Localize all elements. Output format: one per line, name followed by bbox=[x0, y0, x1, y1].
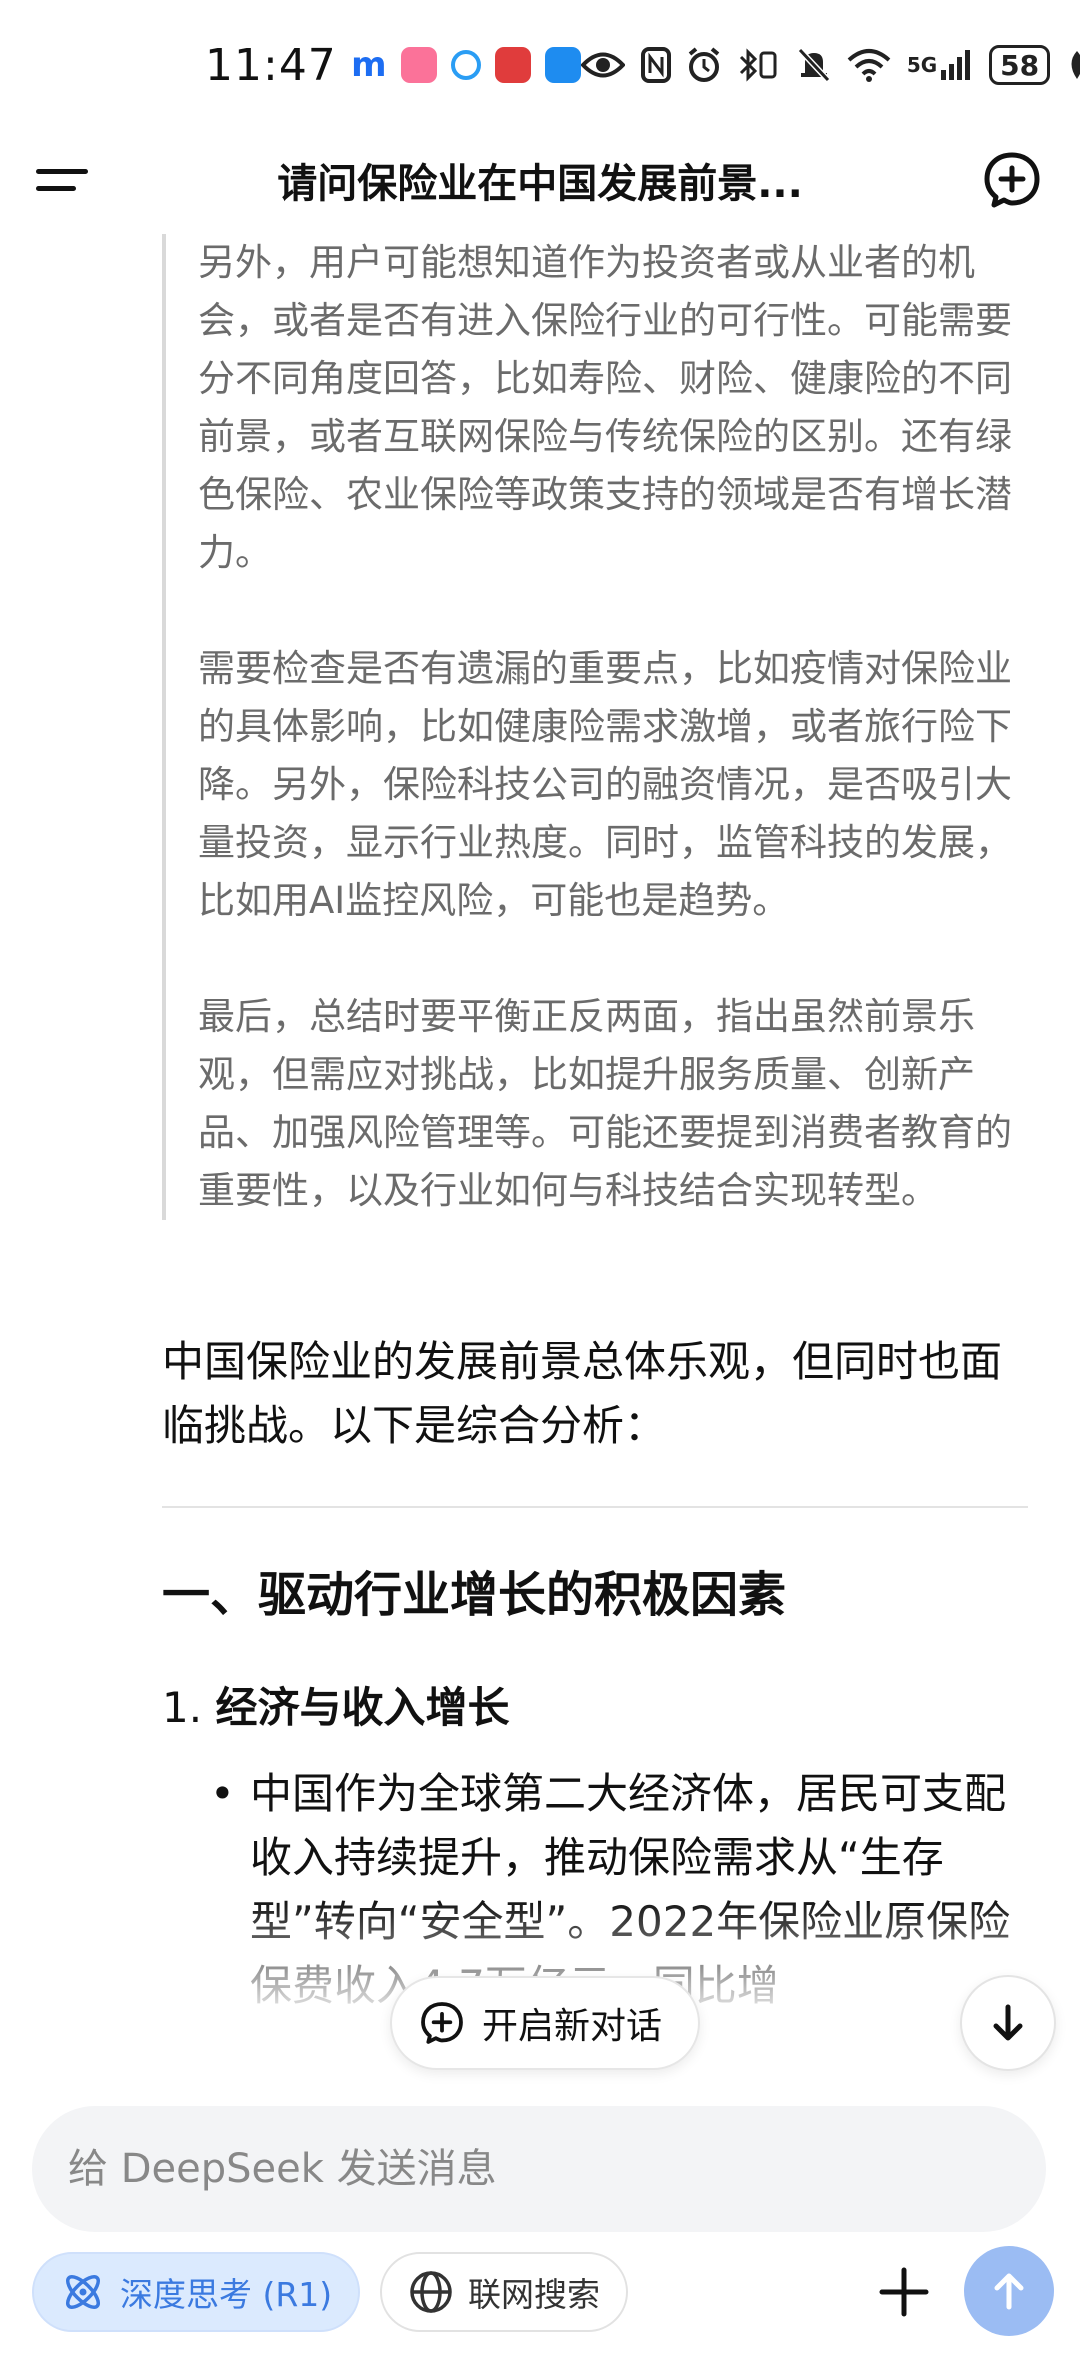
message-app-icon bbox=[544, 47, 581, 83]
globe-icon bbox=[410, 2271, 452, 2313]
app-m-icon: m bbox=[351, 45, 387, 85]
chat-app-icon bbox=[450, 50, 481, 80]
chat-header: 请问保险业在中国发展前景... bbox=[0, 130, 1080, 230]
thinking-paragraph: 另外，用户可能想知道作为投资者或从业者的机会，或者是否有进入保险行业的可行性。可… bbox=[198, 241, 1012, 574]
new-chat-button[interactable]: 开启新对话 bbox=[390, 1976, 701, 2070]
chat-title: 请问保险业在中国发展前景... bbox=[277, 161, 803, 207]
new-chat-icon bbox=[421, 2002, 463, 2044]
send-button[interactable] bbox=[964, 2246, 1054, 2336]
status-bar: 11:47 m 5G 58 bbox=[0, 0, 1080, 130]
leaf-icon bbox=[1066, 49, 1080, 81]
new-chat-label: 开启新对话 bbox=[482, 2006, 663, 2047]
deep-think-label: 深度思考 (R1) bbox=[120, 2275, 333, 2314]
chat-content[interactable]: 另外，用户可能想知道作为投资者或从业者的机会，或者是否有进入保险行业的可行性。可… bbox=[0, 230, 1080, 2050]
wifi-icon bbox=[847, 48, 891, 82]
alarm-icon bbox=[687, 47, 721, 83]
cellular-signal-icon: 5G bbox=[907, 48, 973, 82]
web-search-label: 联网搜索 bbox=[468, 2275, 600, 2314]
network-type: 5G bbox=[906, 53, 938, 77]
plus-icon bbox=[879, 2267, 929, 2317]
message-input[interactable] bbox=[66, 2145, 1012, 2193]
web-search-toggle[interactable]: 联网搜索 bbox=[380, 2252, 628, 2332]
list-number: 1. bbox=[162, 1683, 203, 1732]
divider bbox=[162, 1506, 1028, 1508]
thinking-block: 另外，用户可能想知道作为投资者或从业者的机会，或者是否有进入保险行业的可行性。可… bbox=[162, 234, 1022, 1220]
battery-level: 58 bbox=[989, 45, 1051, 85]
scroll-to-bottom-button[interactable] bbox=[960, 1975, 1056, 2071]
bluetooth-vibrate-icon bbox=[737, 47, 781, 83]
notification-icons: m bbox=[351, 47, 581, 83]
system-icons: 5G 58 bbox=[580, 45, 1080, 85]
deep-think-toggle[interactable]: 深度思考 (R1) bbox=[32, 2252, 361, 2332]
nfc-icon bbox=[640, 47, 671, 83]
input-toolbar: 深度思考 (R1) 联网搜索 bbox=[0, 2246, 1080, 2342]
ordered-list-item: 1. 经济与收入增长 bbox=[162, 1676, 1032, 1740]
arrow-up-icon bbox=[994, 2273, 1024, 2310]
new-chat-header-button[interactable] bbox=[980, 148, 1044, 212]
answer-intro: 中国保险业的发展前景总体乐观，但同时也面临挑战。以下是综合分析： bbox=[162, 1337, 1003, 1450]
menu-icon bbox=[36, 169, 88, 174]
thinking-paragraph: 最后，总结时要平衡正反两面，指出虽然前景乐观，但需应对挑战，比如提升服务质量、创… bbox=[198, 995, 1012, 1212]
huawei-icon bbox=[494, 47, 531, 83]
section-heading: 一、驱动行业增长的积极因素 bbox=[162, 1567, 787, 1623]
new-chat-icon bbox=[984, 152, 1040, 208]
mute-icon bbox=[797, 47, 831, 83]
status-time: 11:47 bbox=[205, 39, 337, 91]
atom-icon bbox=[66, 2275, 100, 2309]
attach-button[interactable] bbox=[868, 2256, 940, 2328]
bilibili-icon bbox=[400, 47, 437, 83]
list-item-title: 经济与收入增长 bbox=[215, 1683, 510, 1732]
arrow-down-icon bbox=[993, 2004, 1023, 2041]
message-input-box[interactable] bbox=[32, 2106, 1046, 2232]
menu-button[interactable] bbox=[36, 148, 100, 212]
eye-icon bbox=[580, 50, 625, 80]
thinking-paragraph: 需要检查是否有遗漏的重要点，比如疫情对保险业的具体影响，比如健康险需求激增，或者… bbox=[198, 647, 1012, 922]
